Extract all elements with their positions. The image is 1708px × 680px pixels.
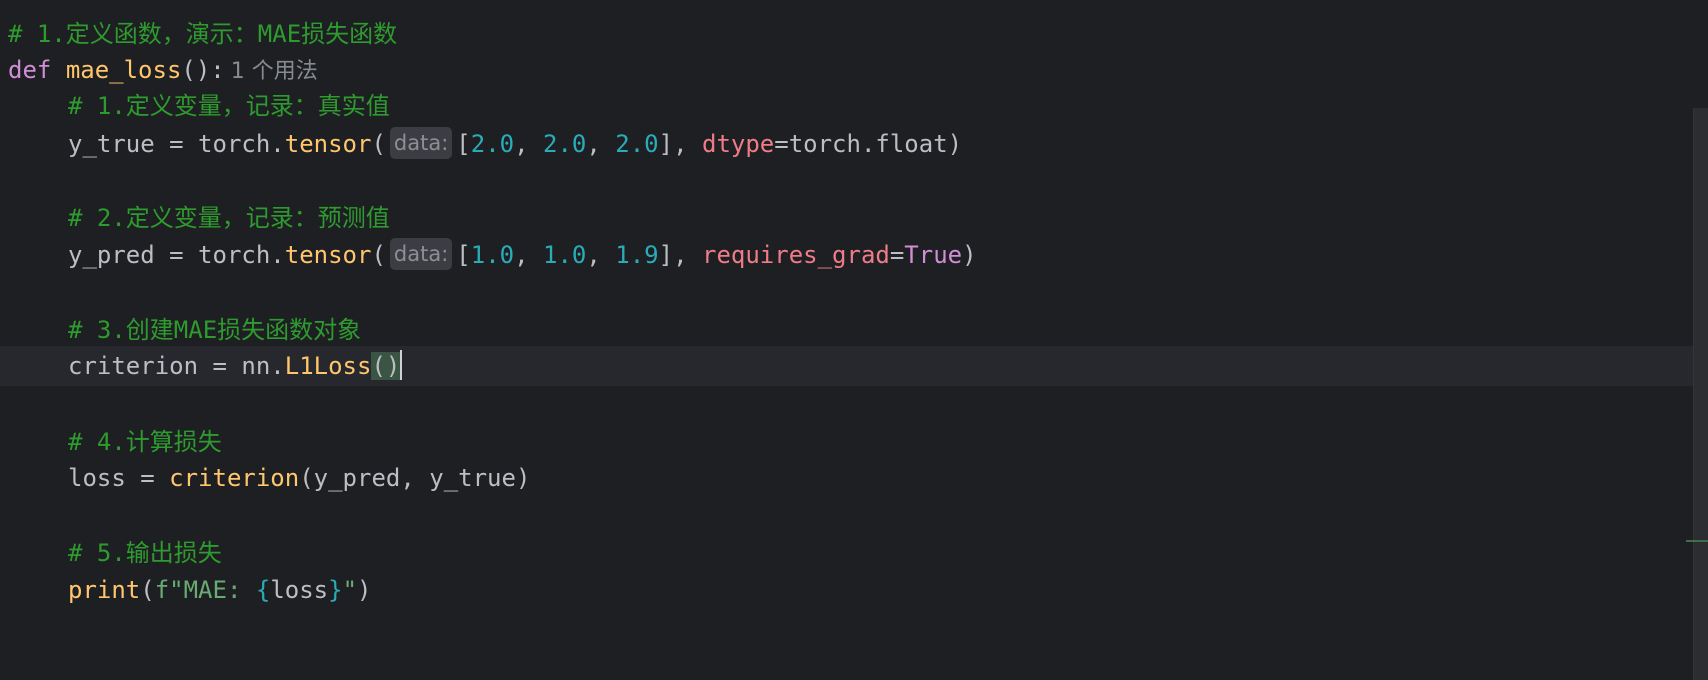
fstring-expression: loss: [270, 576, 329, 604]
code-editor[interactable]: # 1.定义函数，演示：MAE损失函数 def mae_loss(): 1 个用法…: [0, 0, 1708, 680]
keyword-argument: dtype: [702, 130, 775, 158]
code-line-15[interactable]: # 5.输出损失: [0, 533, 1700, 573]
code-text: (y_pred, y_true): [299, 464, 531, 492]
comment: # 1.定义函数，演示：MAE损失函数: [8, 20, 398, 48]
paren: (: [371, 352, 386, 380]
number: 2.0: [470, 130, 515, 158]
bracket: ],: [658, 241, 702, 269]
bracket: [: [456, 241, 471, 269]
paren: (: [371, 241, 386, 269]
code-line-1[interactable]: # 1.定义函数，演示：MAE损失函数: [0, 14, 1700, 54]
number: 1.9: [615, 241, 659, 269]
parameter-hint: data:: [389, 238, 453, 270]
separator: ,: [586, 130, 616, 158]
function-call: criterion: [169, 464, 300, 492]
keyword-argument: requires_grad: [702, 241, 890, 269]
code-text: =torch.float): [774, 130, 963, 158]
parameter-hint: data:: [389, 127, 453, 159]
boolean: True: [904, 241, 963, 269]
function-call: tensor: [284, 130, 372, 158]
equals: =: [889, 241, 905, 269]
separator: ,: [586, 241, 616, 269]
fstring-brace: {: [255, 576, 271, 604]
code-line-16[interactable]: print(f"MAE: {loss}"): [0, 570, 1700, 610]
paren: ): [962, 241, 977, 269]
matched-paren: (): [371, 352, 401, 380]
function-call: print: [68, 576, 141, 604]
function-call: tensor: [284, 241, 372, 269]
def-keyword: def: [8, 56, 52, 84]
vertical-scrollbar[interactable]: [1693, 108, 1708, 680]
function-name: mae_loss: [65, 56, 182, 84]
separator: ,: [514, 130, 544, 158]
code-line-6[interactable]: # 2.定义变量，记录：预测值: [0, 198, 1700, 238]
comment: # 3.创建MAE损失函数对象: [68, 316, 362, 344]
usage-count-link[interactable]: 1 个用法: [231, 59, 318, 84]
number: 1.0: [470, 241, 515, 269]
code-line-2[interactable]: def mae_loss(): 1 个用法: [0, 50, 1700, 90]
number: 1.0: [543, 241, 587, 269]
function-call: L1Loss: [284, 352, 372, 380]
string: ": [342, 576, 358, 604]
fstring-brace: }: [328, 576, 343, 604]
string: f"MAE:: [154, 576, 256, 604]
comment: # 4.计算损失: [68, 428, 222, 456]
code-line-12[interactable]: # 4.计算损失: [0, 422, 1700, 462]
code-text: y_pred = torch.: [68, 241, 285, 269]
bracket: [: [456, 130, 471, 158]
bracket: ],: [658, 130, 702, 158]
code-line-9[interactable]: # 3.创建MAE损失函数对象: [0, 310, 1700, 350]
paren: (: [371, 130, 386, 158]
scrollbar-change-marker[interactable]: [1686, 540, 1708, 542]
comment: # 5.输出损失: [68, 539, 222, 567]
code-line-4[interactable]: y_true = torch.tensor(data: [2.0, 2.0, 2.…: [0, 124, 1700, 164]
separator: ,: [514, 241, 544, 269]
code-text: y_true = torch.: [68, 130, 285, 158]
paren: ): [357, 576, 372, 604]
code-line-3[interactable]: # 1.定义变量，记录：真实值: [0, 86, 1700, 126]
text-cursor: [400, 350, 403, 380]
comment: # 2.定义变量，记录：预测值: [68, 204, 390, 232]
comment: # 1.定义变量，记录：真实值: [68, 92, 390, 120]
code-line-10-current[interactable]: criterion = nn.L1Loss(): [0, 346, 1700, 386]
paren: (: [140, 576, 155, 604]
code-line-13[interactable]: loss = criterion(y_pred, y_true): [0, 458, 1700, 498]
code-line-7[interactable]: y_pred = torch.tensor(data: [1.0, 1.0, 1.…: [0, 235, 1700, 275]
number: 2.0: [615, 130, 659, 158]
code-text: loss =: [68, 464, 170, 492]
code-text: criterion = nn.: [68, 352, 285, 380]
signature-rest: ():: [181, 56, 225, 84]
number: 2.0: [543, 130, 587, 158]
paren: ): [385, 352, 401, 380]
